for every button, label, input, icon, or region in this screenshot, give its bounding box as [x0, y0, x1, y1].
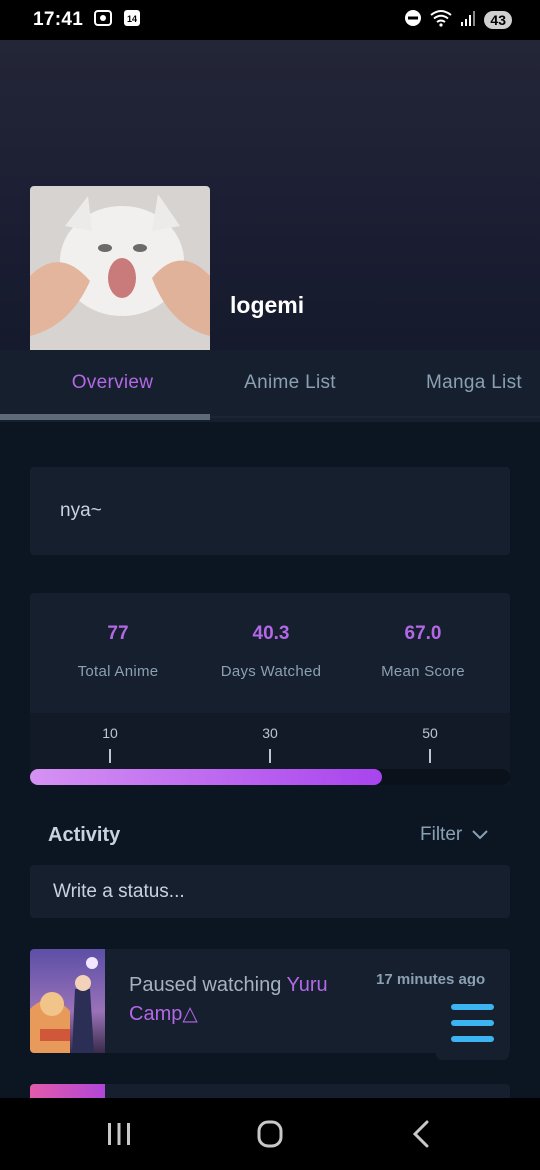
- ruler-tick: [429, 749, 431, 763]
- stat-days-watched: 40.3 Days Watched: [191, 623, 351, 680]
- recents-icon[interactable]: [99, 1118, 139, 1150]
- status-bar: 17:41 14 43: [0, 0, 540, 40]
- calendar-number: 14: [127, 14, 137, 24]
- filter-button[interactable]: Filter: [420, 824, 488, 846]
- back-icon[interactable]: [401, 1118, 441, 1150]
- activity-cover-image[interactable]: [30, 949, 105, 1053]
- progress-fill: [30, 769, 382, 785]
- filter-label: Filter: [420, 824, 463, 845]
- stat-value: 40.3: [252, 623, 290, 644]
- tab-anime-list[interactable]: Anime List: [190, 350, 390, 416]
- stat-label: Days Watched: [220, 663, 322, 680]
- stat-value: 67.0: [404, 623, 442, 644]
- bio-card: nya~: [30, 467, 510, 555]
- tab-indicator-track: [210, 416, 540, 418]
- avatar[interactable]: [30, 186, 210, 350]
- chevron-down-icon: [472, 824, 488, 846]
- status-time: 17:41: [33, 9, 84, 30]
- activity-heading: Activity: [48, 824, 121, 846]
- tab-active-indicator: [0, 414, 210, 420]
- home-icon[interactable]: [250, 1118, 290, 1150]
- stat-mean-score: 67.0 Mean Score: [343, 623, 503, 680]
- dnd-icon: [404, 9, 422, 32]
- write-status-input[interactable]: Write a status...: [30, 865, 510, 918]
- calendar-icon: 14: [123, 9, 141, 32]
- tab-manga-list[interactable]: Manga List: [374, 350, 540, 416]
- ruler-tick: [269, 749, 271, 763]
- ruler-tick-label: 10: [102, 725, 118, 741]
- ruler-tick: [109, 749, 111, 763]
- stat-value: 77: [107, 623, 129, 644]
- wifi-icon: [430, 9, 453, 32]
- profile-tabs: Overview Anime List Manga List: [0, 350, 540, 422]
- ruler-tick-label: 50: [422, 725, 438, 741]
- screenshot-icon: [93, 8, 113, 33]
- battery-indicator: 43: [484, 11, 512, 29]
- activity-text: Paused watching Yuru Camp△: [129, 971, 359, 1029]
- system-nav-bar: [0, 1098, 540, 1170]
- stats-card: 77 Total Anime 40.3 Days Watched 67.0 Me…: [30, 593, 510, 785]
- profile-username: logemi: [230, 292, 305, 318]
- menu-fab-button[interactable]: [436, 986, 509, 1060]
- stat-label: Total Anime: [77, 663, 159, 680]
- activity-action: Paused watching: [129, 974, 287, 996]
- stat-total-anime: 77 Total Anime: [38, 623, 198, 680]
- ruler-tick-label: 30: [262, 725, 278, 741]
- signal-icon: [460, 10, 476, 31]
- stat-label: Mean Score: [381, 663, 465, 680]
